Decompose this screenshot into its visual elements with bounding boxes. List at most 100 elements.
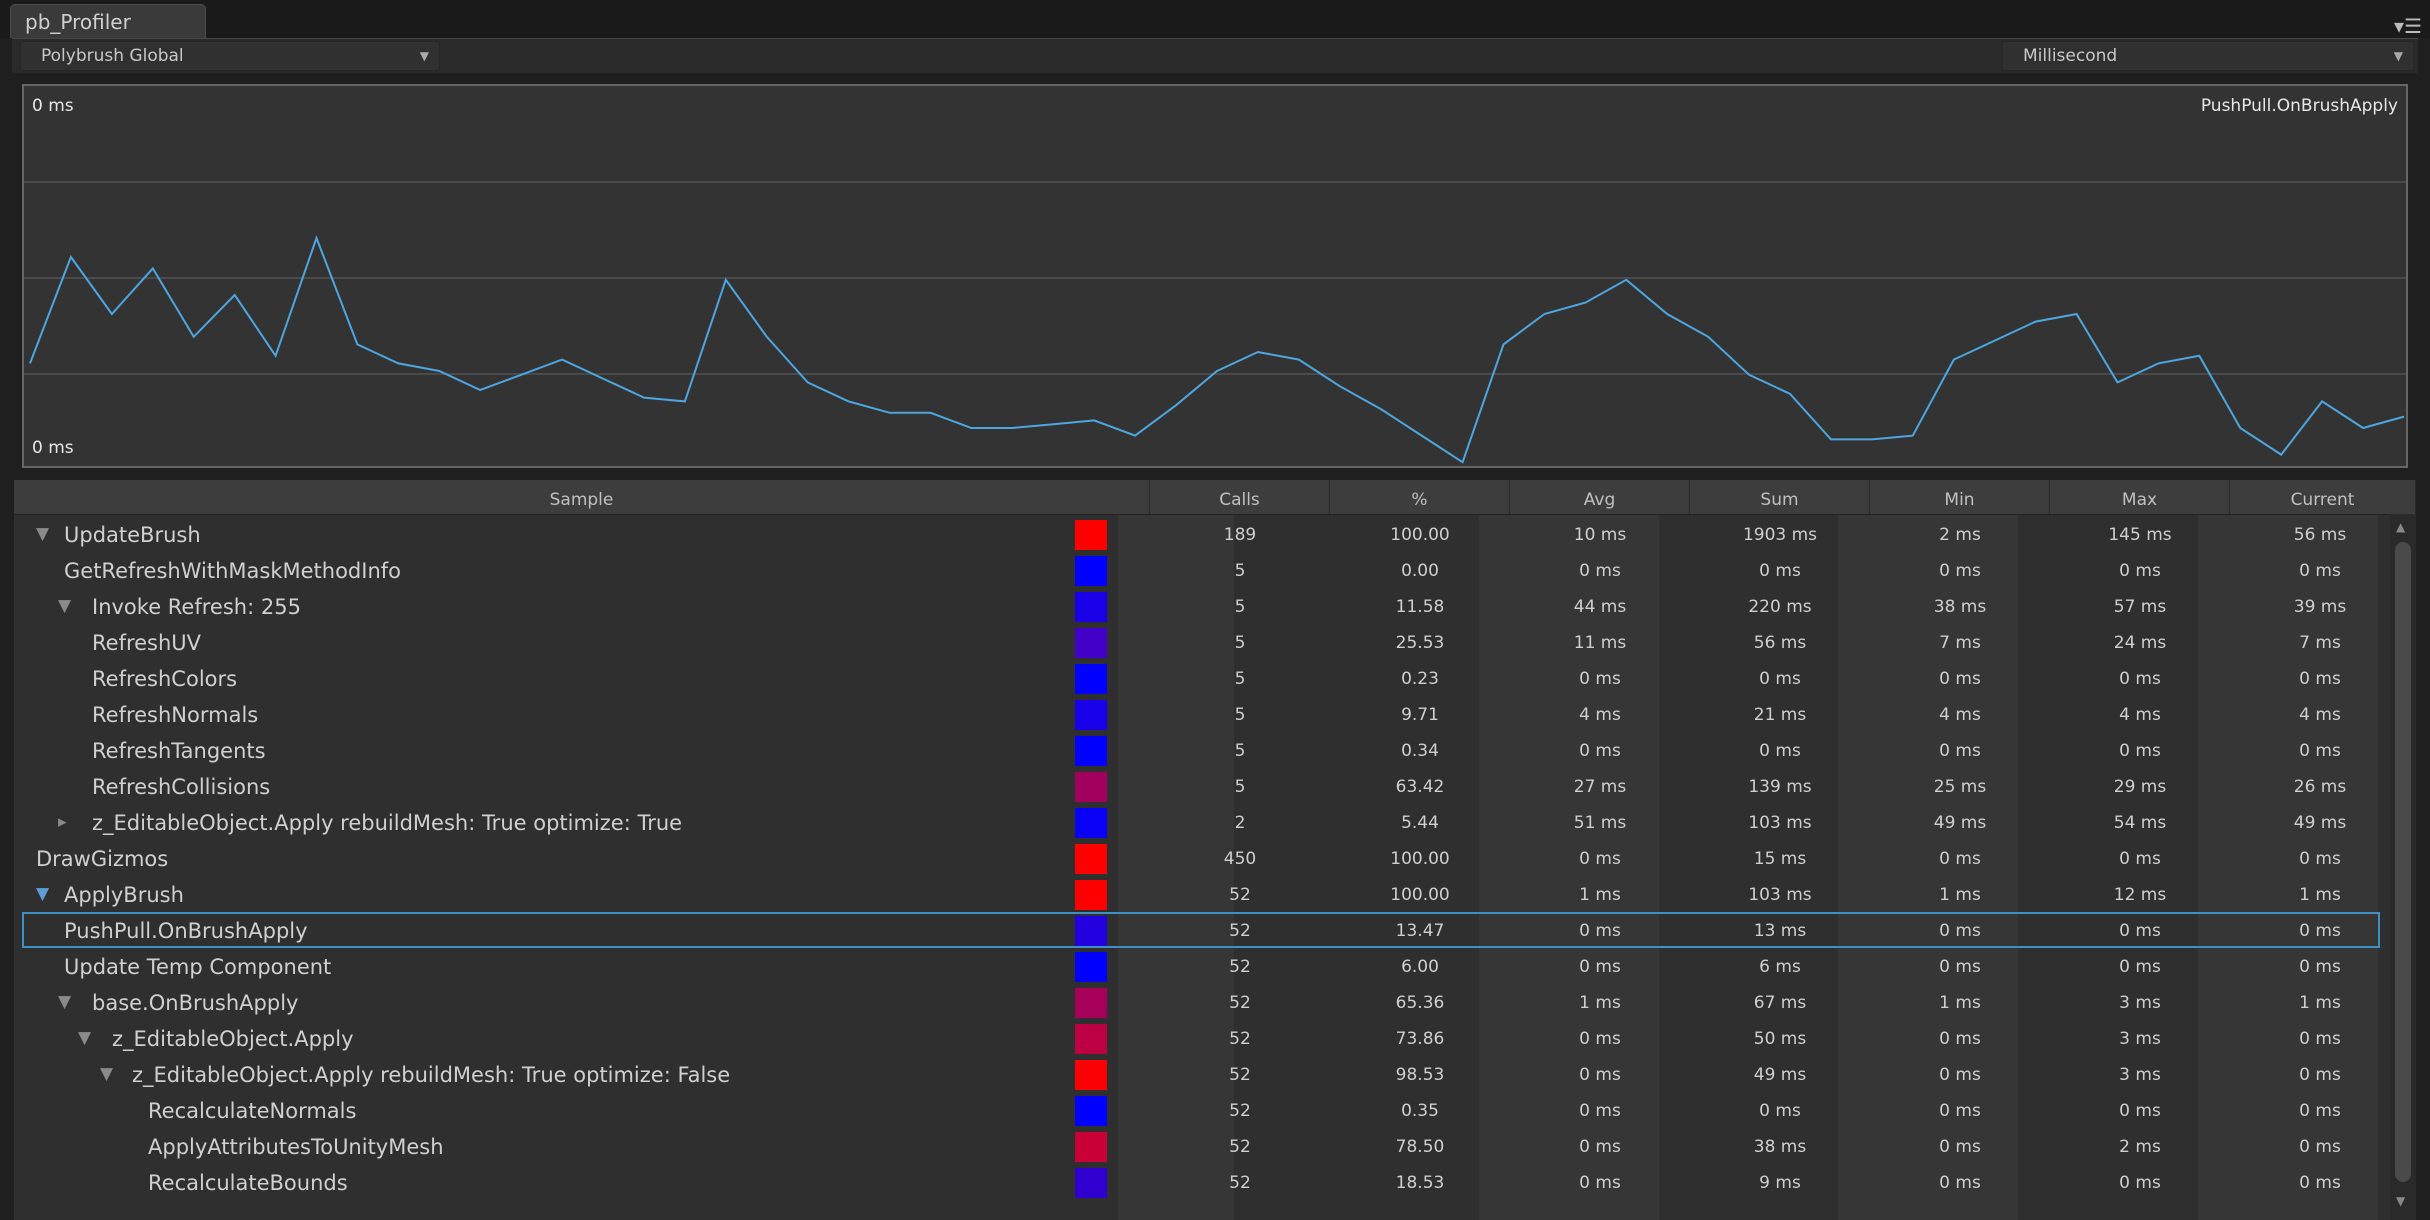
table-row[interactable]: ▼ UpdateBrush 189 100.00 10 ms 1903 ms 2 ms 145… xyxy=(14,516,2384,552)
cell-calls: 52 xyxy=(1229,1029,1251,1049)
cell-min: 0 ms xyxy=(1939,1101,1981,1121)
collapse-arrow-icon[interactable]: ▼ xyxy=(100,1056,113,1092)
column-header-calls[interactable]: Calls xyxy=(1150,480,1330,514)
cell-sum: 15 ms xyxy=(1753,849,1807,869)
cell-current: 39 ms xyxy=(2293,597,2347,617)
cell-current: 1 ms xyxy=(2299,993,2341,1013)
cell-pct: 73.86 xyxy=(1395,1029,1445,1049)
cell-avg: 0 ms xyxy=(1579,1101,1621,1121)
sample-color-swatch xyxy=(1075,844,1107,874)
cell-current: 49 ms xyxy=(2293,813,2347,833)
table-row[interactable]: DrawGizmos 450 100.00 0 ms 15 ms 0 ms 0 ms 0 ms xyxy=(14,840,2384,876)
table-row[interactable]: RefreshCollisions 5 63.42 27 ms 139 ms 25 ms 2… xyxy=(14,768,2384,804)
table-row[interactable]: ▸ z_EditableObject.Apply rebuildMesh: Tru… xyxy=(14,804,2384,840)
table-row[interactable]: RecalculateBounds 52 18.53 0 ms 9 ms 0 ms 0 ms… xyxy=(14,1164,2384,1200)
cell-calls: 5 xyxy=(1234,705,1246,725)
column-header-sum[interactable]: Sum xyxy=(1690,480,1870,514)
sample-name: base.OnBrushApply xyxy=(92,991,299,1015)
cell-avg: 0 ms xyxy=(1579,1173,1621,1193)
cell-pct: 6.00 xyxy=(1401,957,1439,977)
cell-min: 1 ms xyxy=(1939,993,1981,1013)
collapse-arrow-icon[interactable]: ▼ xyxy=(36,516,49,552)
cell-min: 0 ms xyxy=(1939,1065,1981,1085)
cell-pct: 98.53 xyxy=(1395,1065,1445,1085)
table-row[interactable]: Update Temp Component 52 6.00 0 ms 6 ms 0 ms 0… xyxy=(14,948,2384,984)
profiler-group-select[interactable]: Polybrush Global ▼ xyxy=(20,41,440,71)
tab-pb-profiler[interactable]: pb_Profiler xyxy=(10,4,206,38)
cell-sum: 50 ms xyxy=(1753,1029,1807,1049)
cell-sum: 38 ms xyxy=(1753,1137,1807,1157)
cell-pct: 25.53 xyxy=(1395,633,1445,653)
column-header-sample[interactable]: Sample xyxy=(14,480,1150,514)
table-row[interactable]: ▼ ApplyBrush 52 100.00 1 ms 103 ms 1 ms 12 ms 1 … xyxy=(14,876,2384,912)
cell-sum: 0 ms xyxy=(1759,1101,1801,1121)
vertical-scrollbar[interactable]: ▲ ▼ xyxy=(2390,514,2416,1220)
cell-max: 0 ms xyxy=(2119,1173,2161,1193)
column-header-current[interactable]: Current xyxy=(2230,480,2416,514)
collapse-arrow-icon[interactable]: ▼ xyxy=(78,1020,91,1056)
cell-avg: 0 ms xyxy=(1579,561,1621,581)
table-row[interactable]: RefreshUV 5 25.53 11 ms 56 ms 7 ms 24 ms 7 ms xyxy=(14,624,2384,660)
table-row[interactable]: RefreshTangents 5 0.34 0 ms 0 ms 0 ms 0 ms 0 ms xyxy=(14,732,2384,768)
cell-sum: 49 ms xyxy=(1753,1065,1807,1085)
graph-top-label: 0 ms xyxy=(32,96,74,116)
cell-max: 57 ms xyxy=(2113,597,2167,617)
collapse-arrow-icon[interactable]: ▼ xyxy=(36,876,49,912)
column-header-percent[interactable]: % xyxy=(1330,480,1510,514)
table-row[interactable]: ▼ z_EditableObject.Apply rebuildMesh: Tru… xyxy=(14,1056,2384,1092)
cell-sum: 67 ms xyxy=(1753,993,1807,1013)
cell-min: 0 ms xyxy=(1939,561,1981,581)
selected-row-outline xyxy=(22,912,2380,948)
scroll-up-icon[interactable]: ▲ xyxy=(2396,520,2405,534)
column-header-avg[interactable]: Avg xyxy=(1510,480,1690,514)
table-row[interactable]: RecalculateNormals 52 0.35 0 ms 0 ms 0 ms 0 ms… xyxy=(14,1092,2384,1128)
table-row[interactable]: ▼ z_EditableObject.Apply 52 73.86 0 ms 50 ms 0… xyxy=(14,1020,2384,1056)
sample-name: RecalculateBounds xyxy=(148,1171,348,1195)
cell-min: 0 ms xyxy=(1939,669,1981,689)
column-header-min[interactable]: Min xyxy=(1870,480,2050,514)
collapse-arrow-icon[interactable]: ▼ xyxy=(58,984,71,1020)
cell-current: 1 ms xyxy=(2299,885,2341,905)
cell-pct: 100.00 xyxy=(1390,849,1450,869)
table-row[interactable]: ▼ Invoke Refresh: 255 5 11.58 44 ms 220 ms 38 … xyxy=(14,588,2384,624)
collapse-arrow-icon[interactable]: ▼ xyxy=(58,588,71,624)
table-header: Sample Calls % Avg Sum Min Max Current xyxy=(14,480,2416,515)
column-header-max[interactable]: Max xyxy=(2050,480,2230,514)
cell-calls: 52 xyxy=(1229,885,1251,905)
expand-arrow-icon[interactable]: ▸ xyxy=(58,804,67,840)
cell-max: 0 ms xyxy=(2119,849,2161,869)
cell-current: 0 ms xyxy=(2299,1173,2341,1193)
cell-pct: 100.00 xyxy=(1390,885,1450,905)
cell-current: 0 ms xyxy=(2299,1065,2341,1085)
timing-graph[interactable]: 0 ms 0 ms PushPull.OnBrushApply xyxy=(22,84,2408,468)
cell-avg: 27 ms xyxy=(1573,777,1627,797)
table-row[interactable]: RefreshColors 5 0.23 0 ms 0 ms 0 ms 0 ms 0 ms xyxy=(14,660,2384,696)
cell-avg: 11 ms xyxy=(1573,633,1627,653)
cell-max: 2 ms xyxy=(2119,1137,2161,1157)
cell-sum: 21 ms xyxy=(1753,705,1807,725)
time-unit-select[interactable]: Millisecond ▼ xyxy=(2002,41,2414,71)
cell-calls: 52 xyxy=(1229,1173,1251,1193)
cell-current: 26 ms xyxy=(2293,777,2347,797)
table-row[interactable]: ▼ base.OnBrushApply 52 65.36 1 ms 67 ms 1 ms 3 … xyxy=(14,984,2384,1020)
table-row[interactable]: ApplyAttributesToUnityMesh 52 78.50 0 ms 38 … xyxy=(14,1128,2384,1164)
hamburger-icon[interactable]: ▾☰ xyxy=(2394,14,2422,38)
sample-color-swatch xyxy=(1075,952,1107,982)
sample-color-swatch xyxy=(1075,1024,1107,1054)
cell-sum: 9 ms xyxy=(1759,1173,1801,1193)
table-row[interactable]: RefreshNormals 5 9.71 4 ms 21 ms 4 ms 4 ms 4 ms xyxy=(14,696,2384,732)
cell-max: 24 ms xyxy=(2113,633,2167,653)
table-row[interactable]: GetRefreshWithMaskMethodInfo 5 0.00 0 ms 0 m… xyxy=(14,552,2384,588)
cell-min: 38 ms xyxy=(1933,597,1987,617)
sample-color-swatch xyxy=(1075,988,1107,1018)
sample-name: Invoke Refresh: 255 xyxy=(92,595,301,619)
cell-current: 0 ms xyxy=(2299,849,2341,869)
scroll-down-icon[interactable]: ▼ xyxy=(2396,1194,2405,1208)
cell-max: 54 ms xyxy=(2113,813,2167,833)
cell-min: 0 ms xyxy=(1939,1137,1981,1157)
sample-color-swatch xyxy=(1075,1132,1107,1162)
cell-max: 3 ms xyxy=(2119,993,2161,1013)
cell-avg: 1 ms xyxy=(1579,885,1621,905)
scrollbar-thumb[interactable] xyxy=(2395,542,2411,1182)
cell-calls: 189 xyxy=(1223,525,1257,545)
